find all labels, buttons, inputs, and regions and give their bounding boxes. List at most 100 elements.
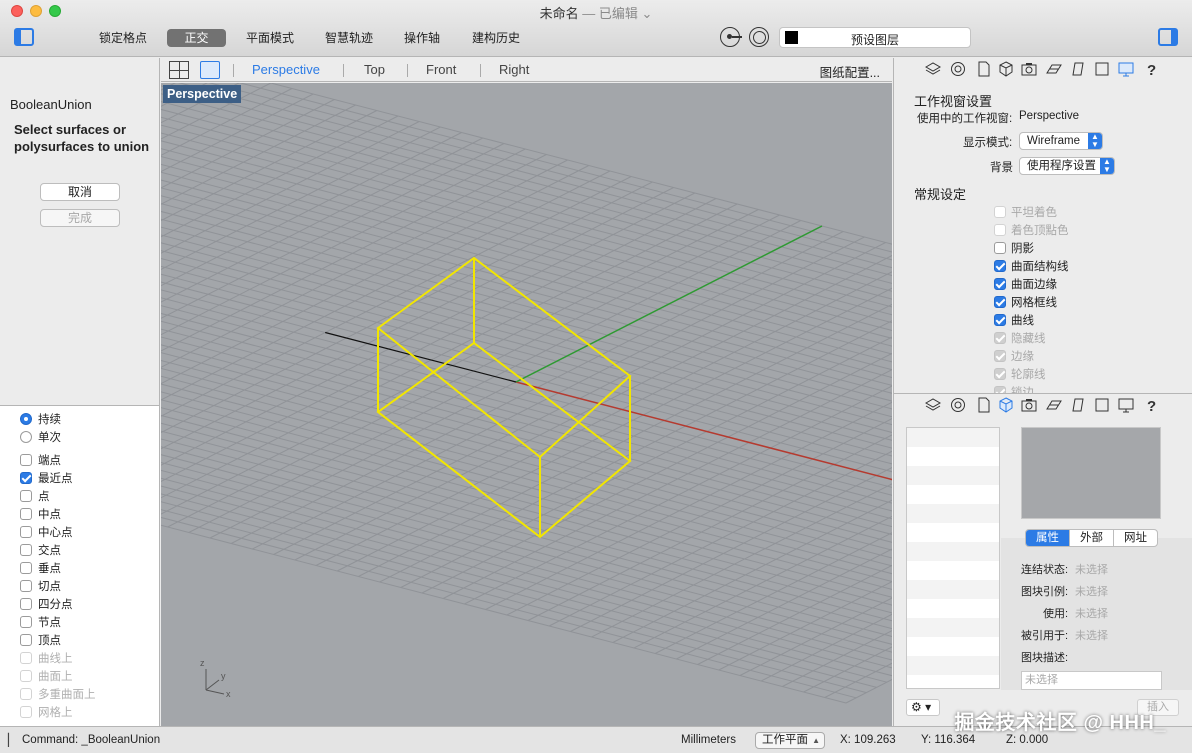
list-item[interactable] <box>907 656 999 675</box>
osnap-item[interactable]: 多重曲面上 <box>20 685 96 703</box>
checkbox-icon[interactable] <box>994 278 1006 290</box>
target-icon[interactable] <box>749 27 769 47</box>
osnap-persistent-radio[interactable]: 持续 <box>20 410 61 428</box>
osnap-item[interactable]: 曲线上 <box>20 649 73 667</box>
four-view-layout-icon[interactable] <box>169 61 189 79</box>
list-item[interactable] <box>907 580 999 599</box>
osnap-item[interactable]: 四分点 <box>20 595 73 613</box>
help-icon[interactable]: ? <box>1144 397 1160 413</box>
checkbox-icon[interactable] <box>994 296 1006 308</box>
radio-icon[interactable] <box>20 431 32 443</box>
history-button[interactable]: 建构历史 <box>465 29 527 47</box>
document-icon[interactable] <box>976 61 992 77</box>
osnap-item[interactable]: 网格上 <box>20 703 73 721</box>
block-list[interactable] <box>906 427 1000 689</box>
display-icon[interactable] <box>1118 397 1134 413</box>
view-option[interactable]: 轮廓线 <box>994 365 1046 383</box>
view-option[interactable]: 曲线 <box>994 311 1034 329</box>
single-view-layout-icon[interactable] <box>200 61 220 79</box>
checkbox-icon[interactable] <box>20 670 32 682</box>
perspective-viewport[interactable]: z y x Perspective <box>161 83 892 726</box>
planar-mode-button[interactable]: 平面模式 <box>239 29 301 47</box>
checkbox-icon[interactable] <box>20 472 32 484</box>
view-option[interactable]: 着色顶點色 <box>994 221 1069 239</box>
checkbox-icon[interactable] <box>994 206 1006 218</box>
checkbox-icon[interactable] <box>20 526 32 538</box>
list-item[interactable] <box>907 599 999 618</box>
view-option[interactable]: 隐藏线 <box>994 329 1046 347</box>
cancel-button[interactable]: 取消 <box>40 183 120 201</box>
clipping-plane-icon[interactable] <box>1070 397 1086 413</box>
viewport-canvas[interactable]: z y x <box>161 83 892 726</box>
list-item[interactable] <box>907 485 999 504</box>
view-option[interactable]: 边缘 <box>994 347 1034 365</box>
tab-external[interactable]: 外部 <box>1070 530 1114 546</box>
tab-perspective[interactable]: Perspective <box>252 62 320 77</box>
checkbox-icon[interactable] <box>20 580 32 592</box>
gear-icon[interactable]: ⚙ ▾ <box>906 699 940 716</box>
command-line[interactable]: Command: _BooleanUnion <box>22 734 160 746</box>
clipping-plane-icon[interactable] <box>1070 61 1086 77</box>
frame-icon[interactable] <box>1094 397 1110 413</box>
checkbox-icon[interactable] <box>20 598 32 610</box>
checkbox-icon[interactable] <box>994 224 1006 236</box>
checkbox-icon[interactable] <box>20 652 32 664</box>
checkbox-icon[interactable] <box>20 562 32 574</box>
checkbox-icon[interactable] <box>20 508 32 520</box>
layers-icon[interactable] <box>925 397 941 413</box>
osnap-item[interactable]: 顶点 <box>20 631 61 649</box>
osnap-item[interactable]: 节点 <box>20 613 61 631</box>
tab-right[interactable]: Right <box>499 62 529 77</box>
tab-url[interactable]: 网址 <box>1114 530 1157 546</box>
cube-icon[interactable] <box>998 61 1014 77</box>
view-option[interactable]: 平坦着色 <box>994 203 1057 221</box>
list-item[interactable] <box>907 637 999 656</box>
layers-icon[interactable] <box>925 61 941 77</box>
checkbox-icon[interactable] <box>994 350 1006 362</box>
checkbox-icon[interactable] <box>20 706 32 718</box>
checkbox-icon[interactable] <box>994 242 1006 254</box>
description-field[interactable]: 未选择 <box>1021 671 1162 690</box>
list-item[interactable] <box>907 466 999 485</box>
osnap-item[interactable]: 中心点 <box>20 523 73 541</box>
checkbox-icon[interactable] <box>20 490 32 502</box>
texture-icon[interactable] <box>1046 61 1062 77</box>
checkbox-icon[interactable] <box>994 260 1006 272</box>
list-item[interactable] <box>907 523 999 542</box>
material-icon[interactable] <box>950 61 966 77</box>
osnap-item[interactable]: 点 <box>20 487 50 505</box>
current-layer-selector[interactable]: 预设图层 <box>779 27 971 48</box>
document-icon[interactable] <box>976 397 992 413</box>
tab-properties[interactable]: 属性 <box>1026 530 1070 546</box>
cube-icon[interactable] <box>998 397 1014 413</box>
list-item[interactable] <box>907 504 999 523</box>
cplane-popup[interactable]: 工作平面 ▲▼ <box>755 732 825 753</box>
ortho-button[interactable]: 正交 <box>167 29 226 47</box>
osnap-toggle-icon[interactable] <box>720 27 742 47</box>
right-sidebar-toggle-icon[interactable] <box>1158 28 1178 46</box>
checkbox-icon[interactable] <box>20 616 32 628</box>
background-popup[interactable]: 使用程序设置 ▲ ▼ <box>1019 157 1115 175</box>
osnap-item[interactable]: 交点 <box>20 541 61 559</box>
checkbox-icon[interactable] <box>994 368 1006 380</box>
done-button[interactable]: 完成 <box>40 209 120 227</box>
display-icon[interactable] <box>1118 61 1134 77</box>
list-item[interactable] <box>907 542 999 561</box>
osnap-item[interactable]: 中点 <box>20 505 61 523</box>
view-option[interactable]: 阴影 <box>994 239 1034 257</box>
chevron-down-icon[interactable]: ⌄ <box>641 6 652 21</box>
lock-grid-button[interactable]: 锁定格点 <box>92 29 154 47</box>
view-option[interactable]: 曲面结构线 <box>994 257 1069 275</box>
view-option[interactable]: 网格框线 <box>994 293 1057 311</box>
checkbox-icon[interactable] <box>20 634 32 646</box>
tab-front[interactable]: Front <box>426 62 456 77</box>
left-sidebar-toggle-icon[interactable] <box>14 28 34 46</box>
material-icon[interactable] <box>950 397 966 413</box>
smarttrack-button[interactable]: 智慧轨迹 <box>318 29 380 47</box>
camera-icon[interactable] <box>1021 397 1037 413</box>
checkbox-icon[interactable] <box>994 332 1006 344</box>
checkbox-icon[interactable] <box>20 454 32 466</box>
osnap-item[interactable]: 垂点 <box>20 559 61 577</box>
osnap-item[interactable]: 最近点 <box>20 469 73 487</box>
gumball-button[interactable]: 操作轴 <box>397 29 447 47</box>
